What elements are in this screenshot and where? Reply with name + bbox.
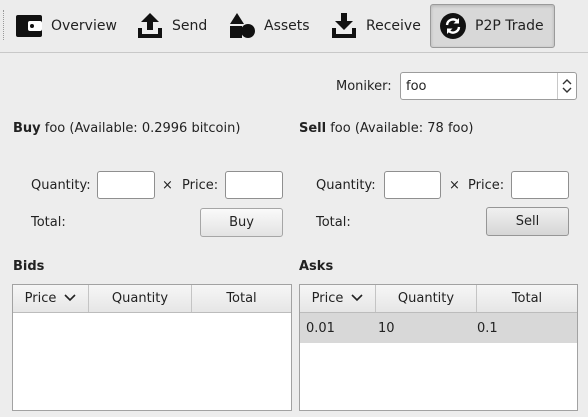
asks-heading: Asks [299,259,333,274]
sell-price-label: Price: [468,178,505,193]
sell-quantity-input[interactable] [384,171,441,199]
refresh-icon [437,10,469,42]
wallet-icon [13,10,45,42]
buy-quantity-input[interactable] [97,171,155,199]
sell-heading-title: Sell [299,121,327,136]
buy-price-label: Price: [182,178,219,193]
asks-table-header: Price Quantity Total [300,285,577,313]
asks-column-total[interactable]: Total [477,285,577,312]
ask-total-cell: 0.1 [477,320,498,336]
moniker-select[interactable]: foo [400,72,577,100]
buy-total-label: Total: [31,215,66,230]
updown-arrows-icon [557,73,576,99]
sell-heading: Sell foo (Available: 78 foo) [299,121,474,136]
bids-column-price-label: Price [24,291,57,306]
buy-heading-subtitle: foo (Available: 0.2996 bitcoin) [44,121,241,136]
sell-total-label: Total: [316,215,351,230]
bids-column-price[interactable]: Price [13,285,89,312]
asks-table[interactable]: Price Quantity Total 0.01 10 0.1 [299,284,578,411]
receive-label: Receive [366,18,421,34]
asks-title: Asks [299,259,334,274]
ask-quantity-cell: 10 [378,320,395,336]
main-toolbar: Overview Send Assets Receive P2P Trade [0,0,588,53]
p2p-trade-button[interactable]: P2P Trade [430,4,555,48]
sell-price-input[interactable] [511,171,569,199]
asks-column-price[interactable]: Price [300,285,376,312]
sell-quantity-label: Quantity: [316,178,376,193]
toolbar-grip[interactable] [3,10,6,40]
assets-button[interactable]: Assets [226,4,318,48]
bids-table[interactable]: Price Quantity Total [12,284,292,411]
buy-quantity-label: Quantity: [31,178,91,193]
send-label: Send [172,18,208,34]
sell-heading-subtitle: foo (Available: 78 foo) [330,121,474,136]
bids-column-total[interactable]: Total [192,285,291,312]
bids-column-quantity[interactable]: Quantity [89,285,192,312]
asks-column-price-label: Price [311,291,344,306]
receive-button[interactable]: Receive [328,4,428,48]
overview-button[interactable]: Overview [13,4,123,48]
asks-column-quantity[interactable]: Quantity [376,285,477,312]
table-row[interactable]: 0.01 10 0.1 [300,313,577,343]
moniker-label: Moniker: [336,79,392,94]
shapes-icon [226,10,258,42]
chevron-down-icon [64,291,76,306]
sell-button[interactable]: Sell [486,207,569,236]
download-icon [328,10,360,42]
bids-title: Bids [13,259,45,274]
upload-icon [134,10,166,42]
buy-heading: Buy foo (Available: 0.2996 bitcoin) [13,121,240,136]
buy-button[interactable]: Buy [200,208,283,237]
moniker-value: foo [406,78,427,94]
buy-price-input[interactable] [225,171,283,199]
ask-price-cell: 0.01 [306,320,335,336]
bids-heading: Bids [13,259,44,274]
chevron-down-icon [351,291,363,306]
p2p-trade-label: P2P Trade [475,18,544,34]
bids-table-header: Price Quantity Total [13,285,291,313]
overview-label: Overview [51,18,117,34]
buy-heading-title: Buy [13,121,41,136]
buy-times-sign: × [162,178,173,193]
p2p-trade-panel: Moniker: foo Buy foo (Available: 0.2996 … [0,53,588,417]
assets-label: Assets [264,18,310,34]
send-button[interactable]: Send [134,4,219,48]
sell-times-sign: × [449,178,460,193]
